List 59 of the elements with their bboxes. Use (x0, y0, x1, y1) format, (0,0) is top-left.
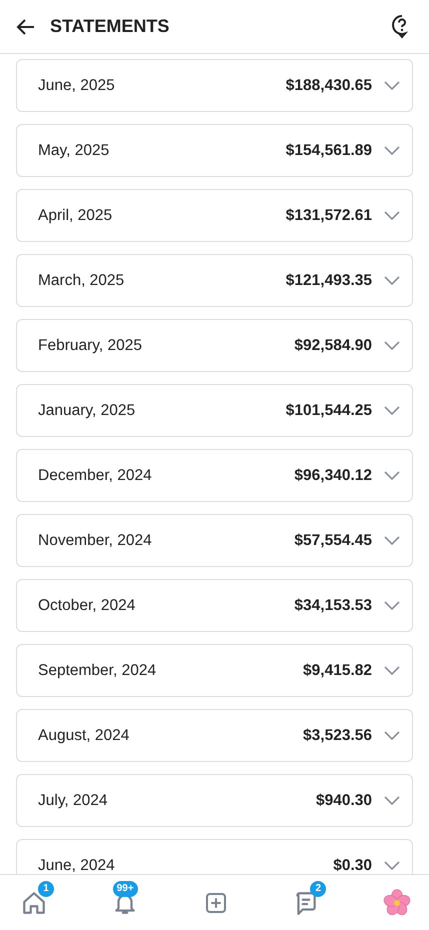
statement-month: August, 2024 (38, 726, 130, 744)
statement-row[interactable]: March, 2025 $121,493.35 (16, 254, 413, 307)
statement-month: November, 2024 (38, 532, 153, 550)
statement-month: June, 2024 (38, 856, 116, 874)
chevron-icon (384, 666, 400, 676)
chevron-icon (384, 340, 400, 350)
statement-amount: $131,572.61 (286, 206, 372, 224)
statement-amount: $940.30 (316, 792, 372, 810)
statement-amount: $9,415.82 (303, 662, 372, 680)
statement-amount: $101,544.25 (286, 402, 372, 420)
chevron-icon (384, 80, 400, 90)
statement-row[interactable]: April, 2025 $131,572.61 (16, 189, 413, 242)
statement-amount: $96,340.12 (294, 466, 372, 484)
chevron-icon (384, 536, 400, 546)
chevron-icon (384, 210, 400, 220)
chevron-icon (384, 796, 400, 806)
statement-row[interactable]: May, 2025 $154,561.89 (16, 124, 413, 177)
statement-month: December, 2024 (38, 466, 153, 484)
statement-amount: $92,584.90 (294, 336, 372, 354)
chevron-icon (384, 730, 400, 740)
statement-row[interactable]: November, 2024 $57,554.45 (16, 514, 413, 567)
statement-amount: $188,430.65 (286, 76, 372, 94)
statement-row[interactable]: February, 2025 $92,584.90 (16, 319, 413, 372)
statement-month: June, 2025 (38, 76, 116, 94)
home-icon (21, 890, 47, 916)
back-arrow-icon[interactable] (16, 16, 36, 36)
statement-row[interactable]: June, 2024 $0.30 (16, 839, 413, 874)
count-badge: 2 (310, 880, 326, 896)
statement-amount: $34,153.53 (294, 596, 372, 614)
statement-row[interactable]: July, 2024 $940.30 (16, 774, 413, 827)
statement-row[interactable]: December, 2024 $96,340.12 (16, 449, 413, 502)
statement-month: January, 2025 (38, 402, 136, 420)
chevron-icon (384, 276, 400, 286)
statement-row[interactable]: September, 2024 $9,415.82 (16, 644, 413, 697)
statement-row[interactable]: August, 2024 $3,523.56 (16, 709, 413, 762)
chevron-icon (384, 146, 400, 156)
statement-amount: $121,493.35 (286, 272, 372, 290)
page-title: STATEMENTS (50, 16, 170, 37)
count-badge: 1 (38, 880, 54, 896)
statement-row[interactable]: January, 2025 $101,544.25 (16, 384, 413, 437)
statement-month: October, 2024 (38, 596, 136, 614)
statement-amount: $3,523.56 (303, 726, 372, 744)
chevron-icon (384, 470, 400, 480)
statement-month: February, 2025 (38, 336, 143, 354)
statement-month: May, 2025 (38, 142, 110, 160)
add-icon (204, 890, 228, 914)
chevron-icon (384, 860, 400, 870)
statement-amount: $154,561.89 (286, 142, 372, 160)
count-badge: 99+ (112, 880, 138, 896)
chevron-icon (384, 600, 400, 610)
statement-amount: $57,554.45 (294, 532, 372, 550)
statement-month: July, 2024 (38, 792, 109, 810)
chevron-icon (384, 406, 400, 416)
statement-row[interactable]: October, 2024 $34,153.53 (16, 579, 413, 632)
statement-amount: $0.30 (333, 856, 372, 874)
statement-month: September, 2024 (38, 662, 158, 680)
statement-month: April, 2025 (38, 206, 114, 224)
statement-month: March, 2025 (38, 272, 126, 290)
statement-row[interactable]: June, 2025 $188,430.65 (16, 59, 413, 112)
